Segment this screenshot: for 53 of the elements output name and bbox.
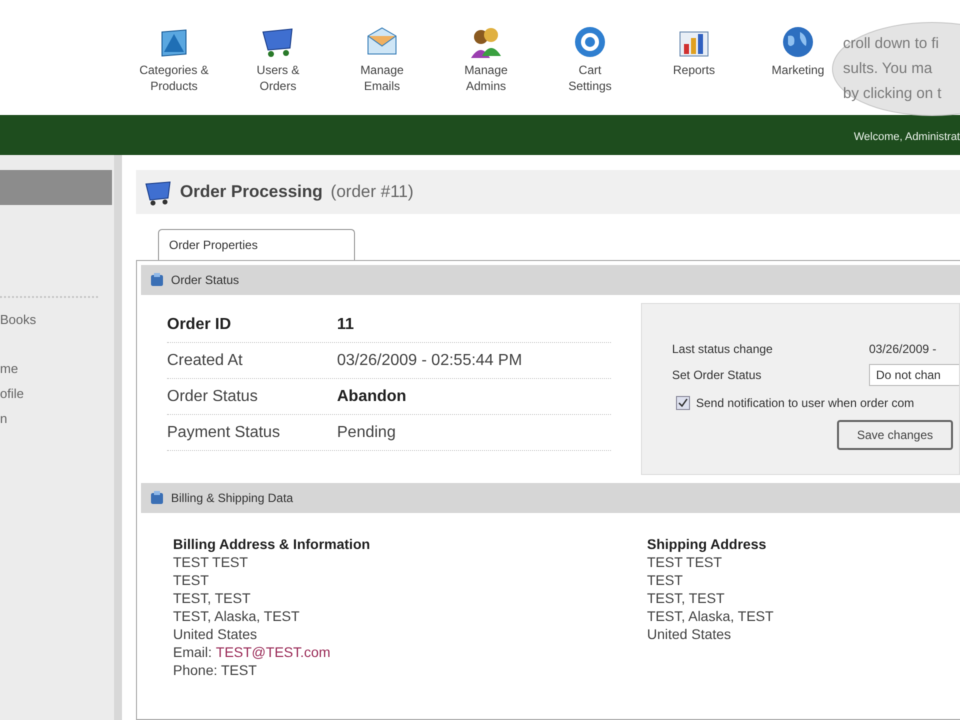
callout-text: croll down to fi: [843, 34, 940, 54]
field-label: Order ID: [167, 314, 232, 334]
field-label: Created At: [167, 350, 244, 370]
field-label: Payment Status: [167, 422, 281, 442]
section-title: Order Status: [171, 272, 240, 289]
toolbar-link[interactable]: Reports: [672, 62, 716, 78]
address-line: TEST, TEST: [173, 589, 252, 607]
phone-text: Phone: TEST: [173, 661, 258, 679]
address-line: United States: [647, 625, 732, 643]
checkmark-icon: [678, 398, 688, 408]
checkbox[interactable]: [676, 396, 690, 410]
field-value: 11: [337, 314, 354, 334]
page-title: Order Processing: [180, 181, 323, 204]
sidebar-link[interactable]: ofile: [0, 380, 114, 406]
shipping-heading: Shipping Address: [647, 535, 768, 553]
field-value: 03/26/2009 -: [869, 341, 936, 358]
address-line: TEST, Alaska, TEST: [647, 607, 774, 625]
callout-text: sults. You ma: [843, 59, 934, 79]
checkbox-label: Send notification to user when order com: [696, 395, 914, 412]
address-line: TEST TEST: [647, 553, 723, 571]
sidebar-link[interactable]: n: [0, 406, 114, 430]
email-label: Email:: [173, 643, 212, 661]
field-value: Abandon: [337, 386, 406, 406]
save-button[interactable]: Save changes: [837, 420, 953, 450]
billing-heading: Billing Address & Information: [173, 535, 372, 553]
email-link[interactable]: TEST@TEST.com: [216, 643, 330, 661]
globe-icon: [780, 24, 816, 60]
address-line: TEST, Alaska, TEST: [173, 607, 301, 625]
address-line: United States: [173, 625, 258, 643]
section-title: Billing & Shipping Data: [171, 490, 294, 507]
field-label: Order Status: [167, 386, 259, 406]
status-select[interactable]: Do not chan: [869, 364, 959, 386]
field-label: Last status change: [672, 341, 774, 358]
sidebar-link[interactable]: Books: [0, 310, 114, 330]
toolbar-link[interactable]: Manage Emails: [360, 62, 404, 94]
address-line: TEST: [173, 571, 210, 589]
toolbar-link[interactable]: Cart Settings: [568, 62, 612, 94]
address-line: TEST TEST: [173, 553, 249, 571]
toolbar-link[interactable]: Categories & Products: [139, 62, 209, 94]
sidebar-link[interactable]: me: [0, 356, 114, 380]
tab[interactable]: Order Properties: [158, 229, 355, 260]
toolbar-link[interactable]: Manage Admins: [464, 62, 508, 94]
toolbar-link[interactable]: Marketing: [772, 62, 824, 78]
callout-text: by clicking on t: [843, 84, 942, 104]
clipboard-icon: [149, 272, 165, 288]
field-value: 03/26/2009 - 02:55:44 PM: [337, 350, 522, 370]
toolbar-link[interactable]: Users & Orders: [256, 62, 300, 94]
field-value: Pending: [337, 422, 396, 442]
field-label: Set Order Status: [672, 367, 762, 384]
welcome-text: Welcome, Administrat: [854, 130, 960, 144]
address-line: TEST: [647, 571, 684, 589]
address-line: TEST, TEST: [647, 589, 726, 607]
page-subtitle: (order #11): [330, 181, 414, 204]
